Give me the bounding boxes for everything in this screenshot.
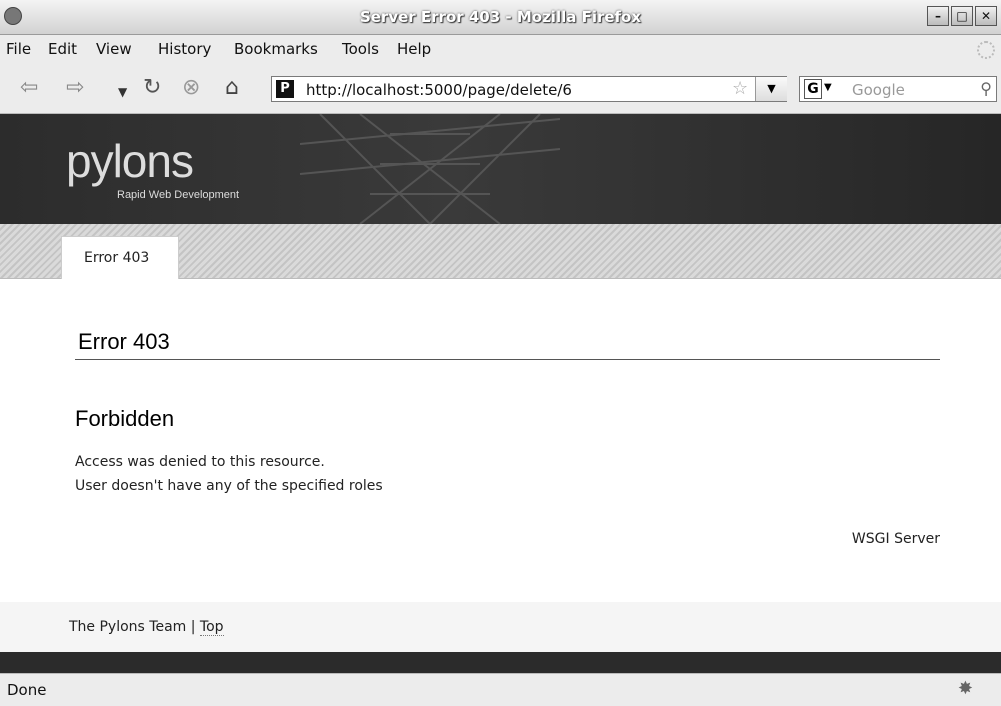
window-controls: – □ ✕ bbox=[927, 6, 997, 26]
status-bar: Done ✸ bbox=[0, 673, 1001, 706]
main-content: Error 403 Forbidden Access was denied to… bbox=[0, 279, 1001, 602]
server-signature: WSGI Server bbox=[851, 531, 940, 547]
footer-text: The Pylons Team | Top bbox=[69, 619, 224, 636]
error-subheading: Forbidden bbox=[75, 406, 175, 431]
forward-icon[interactable]: ⇨ bbox=[66, 77, 84, 99]
top-link[interactable]: Top bbox=[199, 619, 224, 636]
stop-icon[interactable]: ⊗ bbox=[182, 77, 200, 99]
footer-separator: | bbox=[186, 619, 200, 635]
site-footer: The Pylons Team | Top bbox=[0, 602, 1001, 652]
search-box[interactable]: G ▼ Google ⚲ bbox=[799, 76, 997, 102]
search-engine-icon[interactable]: G bbox=[804, 79, 822, 99]
tab-error-403[interactable]: Error 403 bbox=[61, 236, 179, 279]
site-header: pylons Rapid Web Development bbox=[0, 114, 1001, 224]
window-titlebar: Server Error 403 - Mozilla Firefox – □ ✕ bbox=[0, 0, 1001, 35]
site-icon: P bbox=[276, 80, 294, 98]
footer-team: The Pylons Team bbox=[69, 619, 187, 635]
navigation-toolbar: ⇦ ⇨ ▼ ↻ ⊗ ⌂ P http://localhost:5000/page… bbox=[0, 63, 1001, 114]
site-tab-bar: Error 403 bbox=[0, 224, 1001, 279]
minimize-button[interactable]: – bbox=[927, 6, 949, 26]
menu-bar: File Edit View History Bookmarks Tools H… bbox=[0, 35, 1001, 63]
error-message-line-1: Access was denied to this resource. bbox=[75, 454, 325, 470]
tab-label: Error 403 bbox=[84, 250, 150, 266]
url-bar[interactable]: P http://localhost:5000/page/delete/6 ☆ … bbox=[271, 76, 787, 102]
back-icon[interactable]: ⇦ bbox=[20, 77, 38, 99]
close-button[interactable]: ✕ bbox=[975, 6, 997, 26]
footer-bar bbox=[0, 652, 1001, 673]
url-text: http://localhost:5000/page/delete/6 bbox=[306, 81, 572, 99]
magnifier-icon[interactable]: ⚲ bbox=[980, 79, 992, 98]
menu-history[interactable]: History bbox=[158, 40, 211, 58]
bookmark-star-icon[interactable]: ☆ bbox=[732, 78, 748, 99]
site-logo[interactable]: pylons bbox=[66, 134, 194, 188]
home-icon[interactable]: ⌂ bbox=[225, 77, 239, 99]
menu-bookmarks[interactable]: Bookmarks bbox=[234, 40, 318, 58]
menu-view[interactable]: View bbox=[96, 40, 132, 58]
menu-edit[interactable]: Edit bbox=[48, 40, 77, 58]
maximize-button[interactable]: □ bbox=[951, 6, 973, 26]
error-message-line-2: User doesn't have any of the specified r… bbox=[75, 478, 383, 494]
reload-icon[interactable]: ↻ bbox=[143, 77, 161, 99]
search-placeholder: Google bbox=[852, 81, 905, 99]
title-divider bbox=[75, 359, 940, 360]
menu-tools[interactable]: Tools bbox=[342, 40, 379, 58]
search-engine-dropdown-icon[interactable]: ▼ bbox=[824, 82, 832, 93]
page-title: Error 403 bbox=[78, 329, 170, 354]
menu-help[interactable]: Help bbox=[397, 40, 431, 58]
throbber-icon bbox=[977, 41, 995, 59]
window-title: Server Error 403 - Mozilla Firefox bbox=[359, 8, 642, 26]
menu-file[interactable]: File bbox=[6, 40, 31, 58]
power-tower-graphic bbox=[300, 114, 560, 224]
status-text: Done bbox=[7, 681, 47, 699]
history-dropdown-icon[interactable]: ▼ bbox=[118, 81, 127, 103]
bug-icon[interactable]: ✸ bbox=[958, 678, 973, 699]
site-tagline: Rapid Web Development bbox=[117, 189, 240, 201]
url-dropdown-icon[interactable]: ▼ bbox=[755, 77, 787, 101]
